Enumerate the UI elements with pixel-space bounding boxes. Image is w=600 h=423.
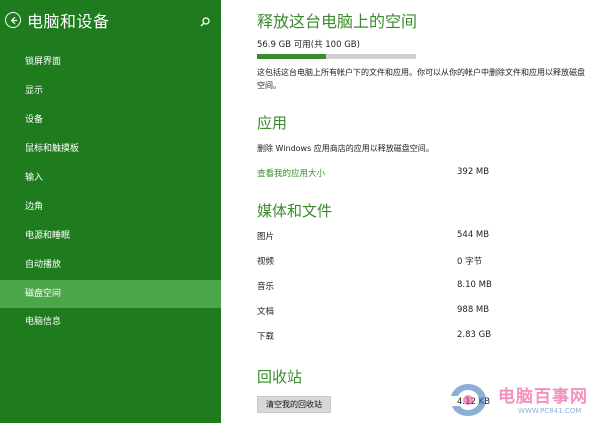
sidebar: 电脑和设备 锁屏界面 显示 设备 鼠标和触摸板 输入 边角 电源和睡眠 自动播放… bbox=[0, 0, 221, 423]
sidebar-title: 电脑和设备 bbox=[27, 12, 110, 31]
sidebar-item-lock-screen[interactable]: 锁屏界面 bbox=[0, 48, 221, 76]
empty-recycle-bin-button[interactable]: 清空我的回收站 bbox=[257, 396, 331, 413]
apps-size-value: 392 MB bbox=[457, 167, 490, 177]
sidebar-item-power-sleep[interactable]: 电源和睡眠 bbox=[0, 222, 221, 250]
sidebar-item-label: 磁盘空间 bbox=[25, 289, 62, 299]
sidebar-item-corners[interactable]: 边角 bbox=[0, 193, 221, 221]
sidebar-item-pc-info[interactable]: 电脑信息 bbox=[0, 308, 221, 336]
watermark-logo-icon bbox=[448, 382, 488, 418]
sidebar-item-disk-space[interactable]: 磁盘空间 bbox=[0, 280, 221, 308]
sidebar-item-label: 边角 bbox=[25, 202, 44, 212]
sidebar-item-label: 电脑信息 bbox=[25, 317, 62, 327]
view-app-sizes-link[interactable]: 查看我的应用大小 bbox=[257, 167, 325, 179]
apps-description: 删除 Windows 应用商店的应用以释放磁盘空间。 bbox=[257, 144, 434, 153]
sidebar-item-label: 显示 bbox=[25, 86, 44, 96]
main-panel: 释放这台电脑上的空间 56.9 GB 可用(共 100 GB) 这包括这台电脑上… bbox=[221, 0, 600, 423]
media-heading: 媒体和文件 bbox=[257, 202, 333, 220]
back-arrow-icon[interactable] bbox=[5, 12, 21, 28]
media-row-value: 8.10 MB bbox=[457, 280, 492, 290]
page-title: 释放这台电脑上的空间 bbox=[257, 12, 418, 31]
watermark-text: 电脑百事网 bbox=[498, 387, 588, 407]
sidebar-item-label: 设备 bbox=[25, 115, 44, 125]
apps-heading: 应用 bbox=[257, 114, 288, 132]
sidebar-item-label: 电源和睡眠 bbox=[25, 231, 71, 241]
watermark: 电脑百事网 WWW.PC841.COM bbox=[448, 380, 598, 420]
media-row-label: 视频 bbox=[257, 257, 275, 267]
sidebar-item-label: 锁屏界面 bbox=[25, 57, 62, 67]
media-row-label: 图片 bbox=[257, 232, 275, 242]
storage-summary: 56.9 GB 可用(共 100 GB) bbox=[257, 40, 360, 50]
media-row-value: 544 MB bbox=[457, 230, 490, 240]
media-row-label: 文档 bbox=[257, 307, 275, 317]
watermark-url: WWW.PC841.COM bbox=[518, 407, 582, 415]
sidebar-item-mouse-touchpad[interactable]: 鼠标和触摸板 bbox=[0, 135, 221, 163]
recycle-bin-heading: 回收站 bbox=[257, 368, 303, 386]
sidebar-item-label: 鼠标和触摸板 bbox=[25, 144, 80, 154]
sidebar-item-display[interactable]: 显示 bbox=[0, 77, 221, 105]
sidebar-item-label: 输入 bbox=[25, 173, 44, 183]
media-row-label: 下载 bbox=[257, 332, 275, 342]
sidebar-header: 电脑和设备 bbox=[0, 0, 221, 40]
sidebar-item-autoplay[interactable]: 自动播放 bbox=[0, 251, 221, 279]
media-row-value: 0 字节 bbox=[457, 257, 483, 267]
media-row-value: 2.83 GB bbox=[457, 330, 492, 340]
sidebar-item-typing[interactable]: 输入 bbox=[0, 164, 221, 192]
search-icon[interactable] bbox=[199, 13, 211, 27]
media-row-label: 音乐 bbox=[257, 282, 275, 292]
storage-description: 这包括这台电脑上所有帐户下的文件和应用。你可以从你的帐户中删除文件和应用以释放磁… bbox=[257, 68, 585, 90]
media-row-value: 988 MB bbox=[457, 305, 490, 315]
sidebar-item-devices[interactable]: 设备 bbox=[0, 106, 221, 134]
sidebar-item-label: 自动播放 bbox=[25, 260, 62, 270]
storage-progress-bar bbox=[257, 54, 416, 59]
storage-progress-fill bbox=[257, 54, 326, 59]
